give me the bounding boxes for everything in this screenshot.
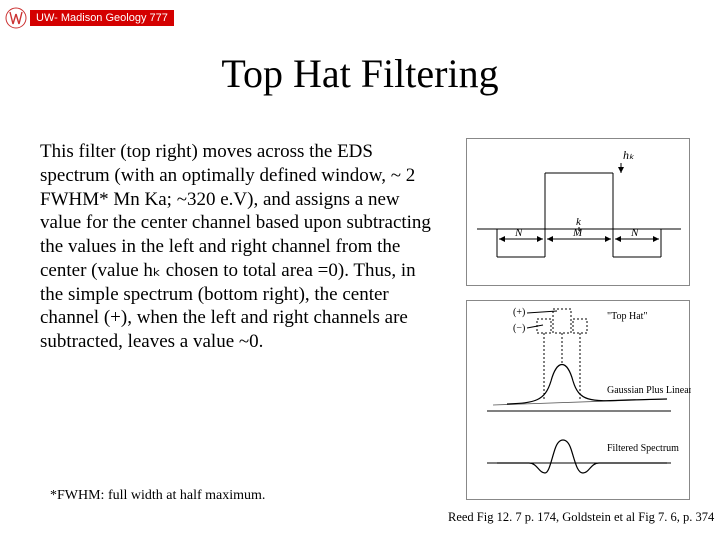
uw-logo-icon: [4, 6, 28, 30]
label-tophat: "Top Hat": [607, 311, 648, 322]
label-N-left: N: [514, 227, 523, 239]
figure-filtered-spectrum: (+) (−) "Top Hat" Gaussian Plus Linear F…: [466, 300, 690, 500]
figure-citation: Reed Fig 12. 7 p. 174, Goldstein et al F…: [448, 510, 714, 525]
label-minus: (−): [513, 323, 525, 334]
body-paragraph: This filter (top right) moves across the…: [40, 140, 440, 354]
label-filtered: Filtered Spectrum: [607, 443, 679, 454]
course-badge-label: UW- Madison Geology 777: [30, 10, 174, 26]
label-M: M: [572, 227, 583, 239]
label-plus: (+): [513, 307, 525, 318]
page-title: Top Hat Filtering: [0, 50, 720, 97]
figure-tophat-kernel: hₖ N M N k: [466, 138, 690, 286]
label-N-right: N: [630, 227, 639, 239]
footnote: *FWHM: full width at half maximum.: [50, 488, 265, 504]
label-hk: hₖ: [623, 148, 635, 162]
course-badge: UW- Madison Geology 777: [4, 6, 174, 30]
label-gaussian: Gaussian Plus Linear: [607, 385, 691, 396]
